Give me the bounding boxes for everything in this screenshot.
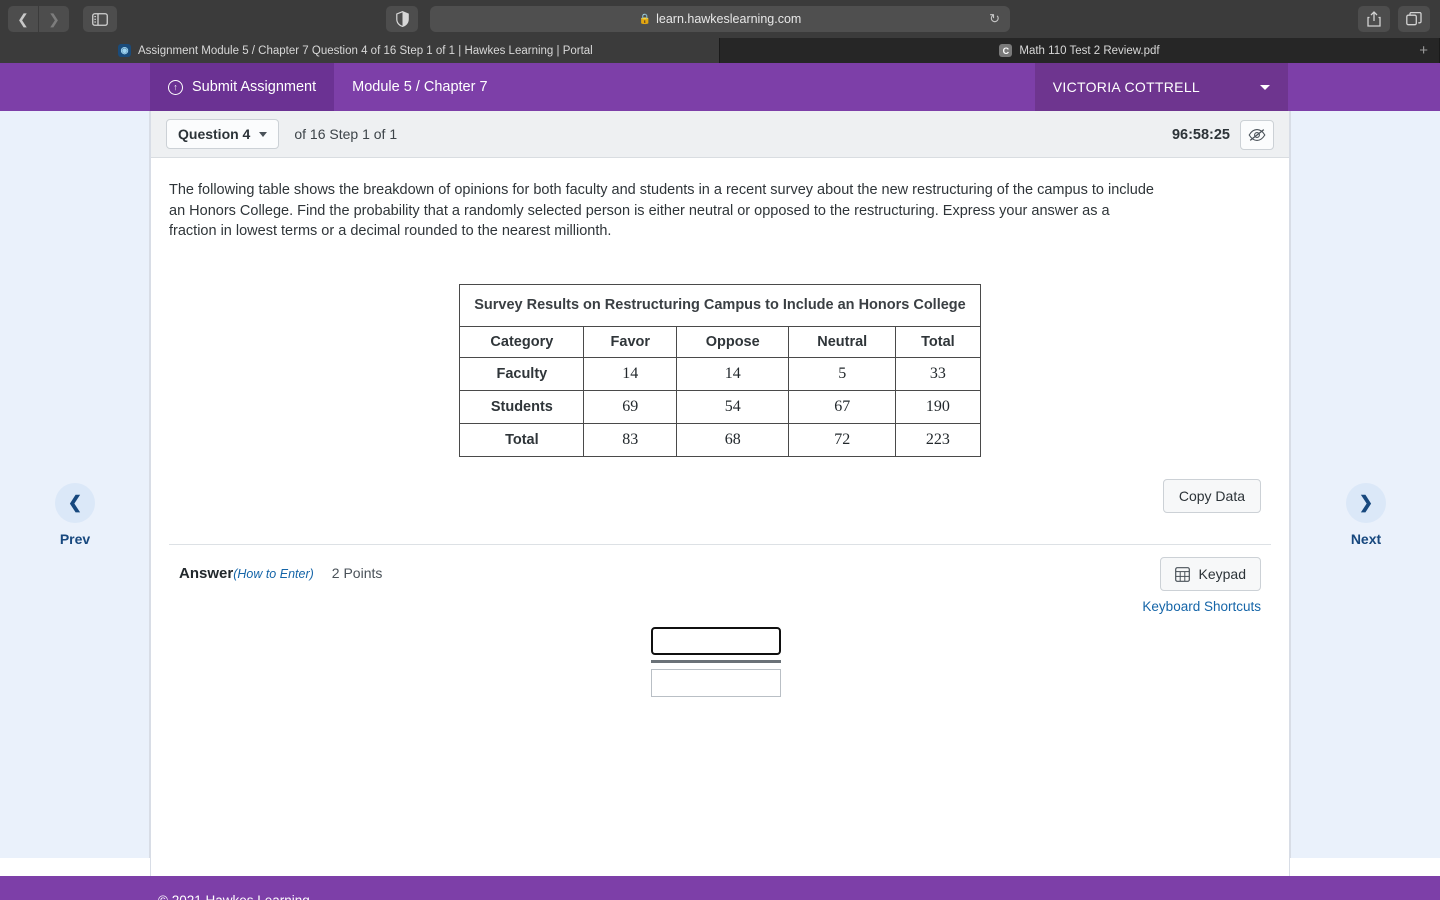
- tab-title: Math 110 Test 2 Review.pdf: [1019, 44, 1160, 57]
- survey-table: Survey Results on Restructuring Campus t…: [459, 283, 981, 458]
- question-content: Question 4 of 16 Step 1 of 1 96:58:25 Th…: [150, 111, 1290, 876]
- chevron-down-icon: [259, 131, 268, 137]
- table-header-row: Category Favor Oppose Neutral Total: [459, 326, 981, 359]
- chevron-left-icon: ❮: [55, 483, 95, 523]
- module-title: Module 5 / Chapter 7: [352, 79, 488, 95]
- table-row: Faculty 14 14 5 33: [459, 357, 981, 392]
- next-question-button[interactable]: ❯ Next: [1291, 483, 1440, 547]
- header-left-spacer: [0, 63, 150, 111]
- upload-circle-icon: ↑: [168, 79, 183, 95]
- tab-strip: ◉ Assignment Module 5 / Chapter 7 Questi…: [0, 38, 1440, 63]
- answer-header-row: Answer (How to Enter) 2 Points: [179, 565, 1253, 582]
- share-icon[interactable]: [1358, 6, 1390, 32]
- cell-total-favor: 83: [583, 423, 678, 458]
- cell-total-total: 223: [895, 423, 981, 458]
- table-row: Students 69 54 67 190: [459, 390, 981, 425]
- denominator-input[interactable]: [651, 669, 781, 698]
- col-header-oppose: Oppose: [676, 326, 790, 359]
- table-row: Total 83 68 72 223: [459, 423, 981, 458]
- keypad-block: Keypad Keyboard Shortcuts: [1142, 557, 1261, 614]
- cell-students-favor: 69: [583, 390, 678, 425]
- timer-area: 96:58:25: [1172, 111, 1274, 158]
- question-selector-dropdown[interactable]: Question 4: [166, 119, 280, 149]
- copy-data-row: Copy Data: [169, 479, 1271, 514]
- back-chevron-icon[interactable]: ❮: [8, 6, 38, 32]
- cell-total-neutral: 72: [788, 423, 897, 458]
- chevron-right-icon: ❯: [1346, 483, 1386, 523]
- col-header-favor: Favor: [583, 326, 678, 359]
- col-header-total: Total: [895, 326, 981, 359]
- cell-faculty-neutral: 5: [788, 357, 897, 392]
- submit-assignment-label: Submit Assignment: [192, 79, 317, 95]
- browser-right-actions: [1358, 6, 1430, 32]
- col-header-neutral: Neutral: [788, 326, 897, 359]
- eye-slash-icon: [1248, 128, 1266, 141]
- hide-timer-button[interactable]: [1240, 119, 1274, 150]
- pdf-favicon: C: [999, 44, 1013, 57]
- browser-tab-inactive[interactable]: C Math 110 Test 2 Review.pdf: [720, 38, 1440, 63]
- cell-students-total: 190: [895, 390, 981, 425]
- how-to-enter-link[interactable]: (How to Enter): [233, 567, 314, 581]
- chevron-down-icon: [1260, 84, 1270, 90]
- cell-students-neutral: 67: [788, 390, 897, 425]
- row-label-faculty: Faculty: [459, 357, 585, 392]
- prev-label: Prev: [59, 531, 91, 547]
- answer-label: Answer: [179, 565, 234, 583]
- step-indicator: of 16 Step 1 of 1: [294, 126, 398, 142]
- next-label: Next: [1350, 531, 1382, 547]
- new-tab-button[interactable]: +: [1413, 38, 1434, 63]
- browser-tab-active[interactable]: ◉ Assignment Module 5 / Chapter 7 Questi…: [0, 38, 720, 63]
- cell-total-oppose: 68: [676, 423, 790, 458]
- survey-table-holder: Survey Results on Restructuring Campus t…: [169, 283, 1271, 458]
- prev-question-button[interactable]: ❮ Prev: [0, 483, 150, 547]
- browser-nav-group: ❮ ❯: [8, 6, 69, 32]
- fraction-bar: [651, 660, 781, 664]
- question-selector-label: Question 4: [178, 126, 251, 142]
- fraction-answer-input: [179, 626, 1253, 698]
- browser-toolbar: ❮ ❯ 🔒 learn.hawkeslearning.com ↻: [0, 0, 1440, 38]
- left-rail-panel: ❮ Prev: [0, 111, 150, 858]
- privacy-shield-icon[interactable]: [386, 6, 418, 32]
- cell-faculty-oppose: 14: [676, 357, 790, 392]
- cell-students-oppose: 54: [676, 390, 790, 425]
- row-label-total: Total: [459, 423, 585, 458]
- keyboard-shortcuts-link[interactable]: Keyboard Shortcuts: [1142, 599, 1261, 614]
- forward-chevron-icon[interactable]: ❯: [39, 6, 69, 32]
- tab-title: Assignment Module 5 / Chapter 7 Question…: [138, 44, 593, 57]
- keypad-button[interactable]: Keypad: [1159, 557, 1261, 592]
- survey-table-caption: Survey Results on Restructuring Campus t…: [459, 284, 981, 328]
- right-rail-panel: ❯ Next: [1290, 111, 1440, 858]
- tab-overview-icon[interactable]: [1398, 6, 1430, 32]
- timer-value: 96:58:25: [1171, 126, 1230, 143]
- question-body: The following table shows the breakdown …: [151, 158, 1289, 876]
- row-label-students: Students: [459, 390, 585, 425]
- reload-icon[interactable]: ↻: [989, 11, 1000, 27]
- sidebar-toggle-icon[interactable]: [83, 6, 117, 32]
- answer-section: Answer (How to Enter) 2 Points Keypad Ke…: [169, 545, 1271, 698]
- url-text: learn.hawkeslearning.com: [656, 12, 802, 26]
- cell-faculty-favor: 14: [583, 357, 678, 392]
- user-menu-button[interactable]: VICTORIA COTTRELL: [1034, 63, 1288, 111]
- col-header-category: Category: [459, 326, 585, 359]
- user-name: VICTORIA COTTRELL: [1052, 79, 1200, 95]
- hawkes-favicon: ◉: [118, 44, 131, 57]
- question-prompt: The following table shows the breakdown …: [169, 182, 1154, 240]
- keypad-grid-icon: [1174, 566, 1190, 582]
- question-toolbar: Question 4 of 16 Step 1 of 1 96:58:25: [151, 111, 1289, 158]
- cell-faculty-total: 33: [895, 357, 981, 392]
- copy-data-button[interactable]: Copy Data: [1162, 479, 1261, 514]
- right-rail: ❯ Next: [1290, 111, 1440, 876]
- copyright-text: © 2021 Hawkes Learning: [158, 893, 310, 900]
- points-value: 2 Points: [331, 565, 383, 582]
- address-bar[interactable]: 🔒 learn.hawkeslearning.com ↻: [430, 6, 1010, 32]
- keypad-label: Keypad: [1198, 566, 1246, 583]
- app-header: ↑ Submit Assignment Module 5 / Chapter 7…: [0, 63, 1440, 111]
- numerator-input[interactable]: [650, 626, 782, 657]
- left-rail: ❮ Prev: [0, 111, 150, 876]
- lock-icon: 🔒: [638, 13, 652, 25]
- table-caption-row: Survey Results on Restructuring Campus t…: [459, 284, 981, 328]
- page-body: ❮ Prev Question 4 of 16 Step 1 of 1 96:5…: [0, 111, 1440, 876]
- submit-assignment-button[interactable]: ↑ Submit Assignment: [150, 63, 335, 111]
- app-footer: © 2021 Hawkes Learning: [0, 876, 1440, 900]
